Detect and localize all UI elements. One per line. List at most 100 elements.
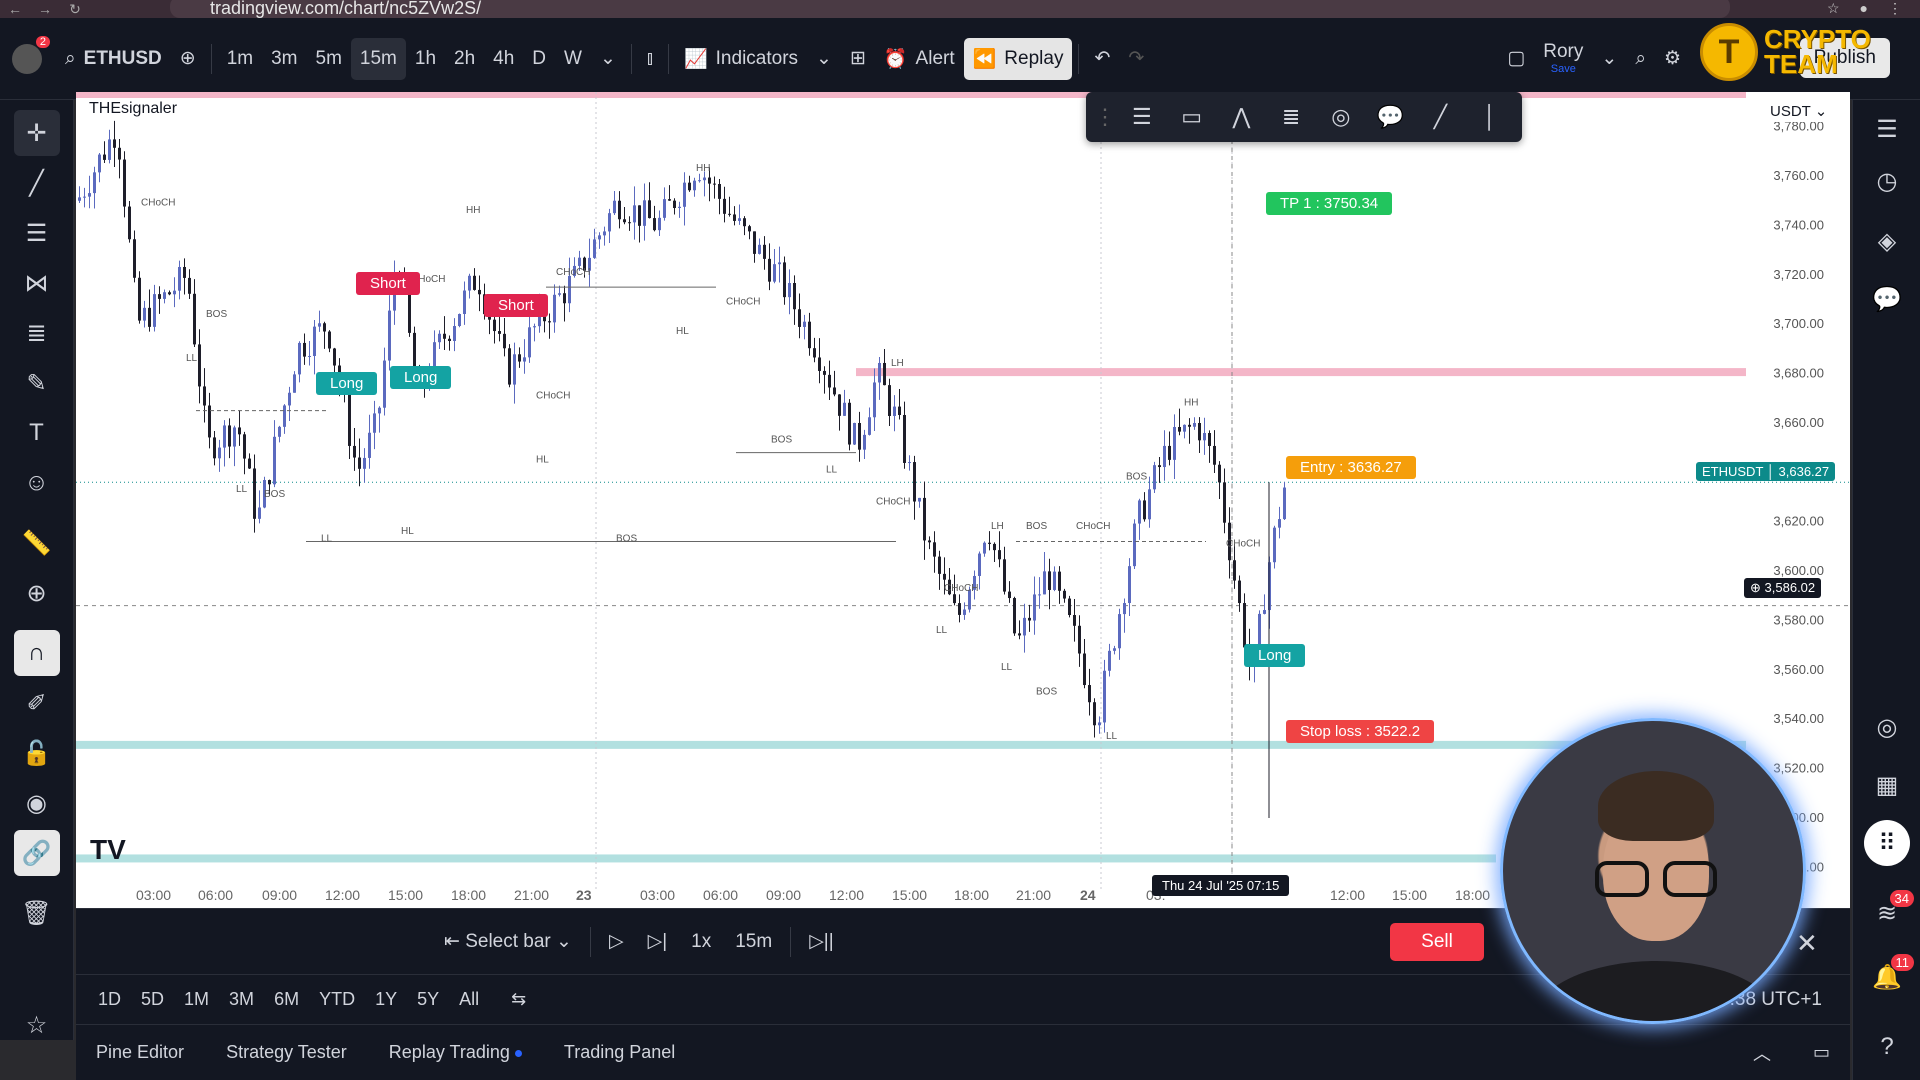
zoom-tool[interactable]: ⊕ [14, 570, 60, 616]
emoji-tool[interactable]: ☺ [14, 460, 60, 506]
select-bar-button[interactable]: ⇤ Select bar ⌄ [432, 930, 584, 953]
back-icon[interactable]: ← [0, 1, 30, 17]
quick-search-button[interactable]: ⌕ [1626, 38, 1655, 80]
rectangle-tool[interactable]: ▭ [1172, 97, 1212, 137]
calendar-button[interactable]: ▦ [1864, 762, 1910, 808]
range-3M[interactable]: 3M [219, 989, 264, 1010]
chart-type-button[interactable]: ⫾ [638, 38, 662, 80]
tab-replay-trading[interactable]: Replay Trading [389, 1042, 522, 1063]
signals-button[interactable]: ◎ [1864, 704, 1910, 750]
collapse-panel-button[interactable]: ︿ [1753, 1040, 1771, 1066]
sell-button[interactable]: Sell [1390, 923, 1484, 961]
timeframe-15m[interactable]: 15m [350, 37, 406, 80]
range-5D[interactable]: 5D [131, 989, 174, 1010]
horizontal-lines-tool[interactable]: ☰ [14, 210, 60, 256]
favorites-tool[interactable]: ☆ [14, 1002, 60, 1048]
watchlist-button[interactable]: ☰ [1864, 106, 1910, 152]
stop-loss-label[interactable]: Stop loss : 3522.2 [1286, 720, 1435, 743]
currency-selector[interactable]: USDT ⌄ [1762, 100, 1836, 122]
forward-icon[interactable]: → [30, 1, 60, 17]
replay-button[interactable]: ⏪ Replay [963, 37, 1073, 80]
crosshair-tool[interactable]: ✛ [13, 110, 60, 156]
indicator-name[interactable]: THEsignaler [89, 100, 177, 118]
range-6M[interactable]: 6M [264, 989, 309, 1010]
range-1Y[interactable]: 1Y [365, 989, 407, 1010]
line-tool[interactable]: ╱ [1421, 97, 1461, 137]
tab-strategy-tester[interactable]: Strategy Tester [226, 1042, 347, 1063]
address-bar[interactable]: tradingview.com/chart/nc5ZVw2S/ [170, 0, 1730, 18]
trendline-tool[interactable]: ╱ [14, 160, 60, 206]
take-profit-label[interactable]: TP 1 : 3750.34 [1266, 192, 1393, 215]
range-1M[interactable]: 1M [174, 989, 219, 1010]
indicators-button[interactable]: 📈 Indicators [675, 38, 807, 80]
entry-label[interactable]: Entry : 3636.27 [1286, 456, 1416, 479]
timeframe-3m[interactable]: 3m [262, 38, 306, 80]
tab-trading-panel[interactable]: Trading Panel [564, 1042, 675, 1063]
vertical-line-tool[interactable]: │ [1470, 97, 1510, 137]
object-tree-button[interactable]: ◈ [1864, 218, 1910, 264]
alerts-button[interactable]: ◷ [1864, 158, 1910, 204]
speed-button[interactable]: 1x [679, 931, 723, 953]
add-alert-icon[interactable]: ⊕ [1750, 580, 1761, 595]
sync-drawings-tool[interactable]: 🔗 [13, 830, 60, 876]
apps-button[interactable]: ⠿ [1864, 820, 1910, 866]
range-5Y[interactable]: 5Y [407, 989, 449, 1010]
undo-button[interactable]: ↶ [1085, 38, 1119, 80]
callout-tool[interactable]: 💬 [1371, 97, 1411, 137]
range-1D[interactable]: 1D [88, 989, 131, 1010]
timeframe-D[interactable]: D [523, 38, 555, 80]
goto-date-button[interactable]: ⇆ [501, 989, 536, 1010]
pattern-tool[interactable]: ⋈ [14, 260, 60, 306]
help-button[interactable]: ? [1864, 1024, 1910, 1070]
hide-drawings-tool[interactable]: ◉ [14, 780, 60, 826]
redo-button[interactable]: ↷ [1119, 38, 1153, 80]
fib-retracement-tool[interactable]: ≣ [1271, 97, 1311, 137]
settings-button[interactable]: ⚙ [1655, 38, 1690, 80]
fib-tool[interactable]: ≣ [14, 310, 60, 356]
timeframe-4h[interactable]: 4h [484, 38, 523, 80]
timeframe-5m[interactable]: 5m [307, 38, 351, 80]
layout-name[interactable]: Rory Save [1534, 38, 1592, 80]
circle-tool[interactable]: ◎ [1321, 97, 1361, 137]
timeframe-W[interactable]: W [555, 38, 591, 80]
remove-drawings-tool[interactable]: 🗑 [14, 890, 60, 936]
maximize-panel-button[interactable]: ▭ [1813, 1042, 1830, 1063]
user-avatar[interactable]: 2 [12, 35, 50, 74]
play-button[interactable]: ▷ [597, 930, 636, 953]
timeframe-dropdown[interactable]: ⌄ [591, 38, 625, 80]
target-icon: ◎ [1876, 713, 1898, 741]
range-All[interactable]: All [449, 989, 489, 1010]
indicators-dropdown[interactable]: ⌄ [807, 38, 841, 80]
close-replay-icon[interactable]: ✕ [1796, 928, 1818, 959]
ideas-stream-button[interactable]: ≋ 34 [1864, 890, 1914, 936]
ruler-tool[interactable]: 📏 [14, 520, 60, 566]
layout-dropdown[interactable]: ⌄ [1592, 38, 1626, 80]
brush-tool[interactable]: ✎ [14, 360, 60, 406]
text-tool[interactable]: T [14, 410, 60, 456]
browser-menu-icon[interactable]: ⋮ [1888, 0, 1902, 17]
timeframe-2h[interactable]: 2h [445, 38, 484, 80]
compare-symbol-button[interactable]: ⊕ [171, 38, 205, 80]
bookmark-star-icon[interactable]: ☆ [1827, 0, 1840, 17]
tab-pine-editor[interactable]: Pine Editor [96, 1042, 184, 1063]
long-position-tool[interactable]: ☰ [1122, 97, 1162, 137]
layouts-button[interactable]: ⊞ [841, 38, 875, 80]
lock-drawings-tool[interactable]: 🔓 [14, 730, 60, 776]
reload-icon[interactable]: ↻ [60, 1, 90, 18]
notifications-button[interactable]: 🔔 11 [1864, 954, 1914, 1000]
magnet-tool[interactable]: ∩ [13, 630, 60, 676]
drag-handle-icon[interactable]: ⋮ [1094, 97, 1116, 137]
alert-button[interactable]: ⏰ Alert [875, 38, 964, 80]
interval-button[interactable]: 15m [723, 931, 784, 953]
path-tool[interactable]: ⋀ [1222, 97, 1262, 137]
fullscreen-layout-button[interactable]: ▢ [1498, 38, 1534, 80]
stay-drawing-tool[interactable]: ✐ [14, 680, 60, 726]
timeframe-1h[interactable]: 1h [406, 38, 445, 80]
profile-icon[interactable]: ● [1860, 0, 1868, 17]
timeframe-1m[interactable]: 1m [218, 38, 262, 80]
step-forward-button[interactable]: ▷| [636, 930, 680, 953]
jump-to-realtime-button[interactable]: ▷|| [797, 930, 845, 953]
symbol-search[interactable]: ⌕ ETHUSD [56, 38, 171, 80]
chats-button[interactable]: 💬 [1864, 276, 1910, 322]
range-YTD[interactable]: YTD [309, 989, 365, 1010]
